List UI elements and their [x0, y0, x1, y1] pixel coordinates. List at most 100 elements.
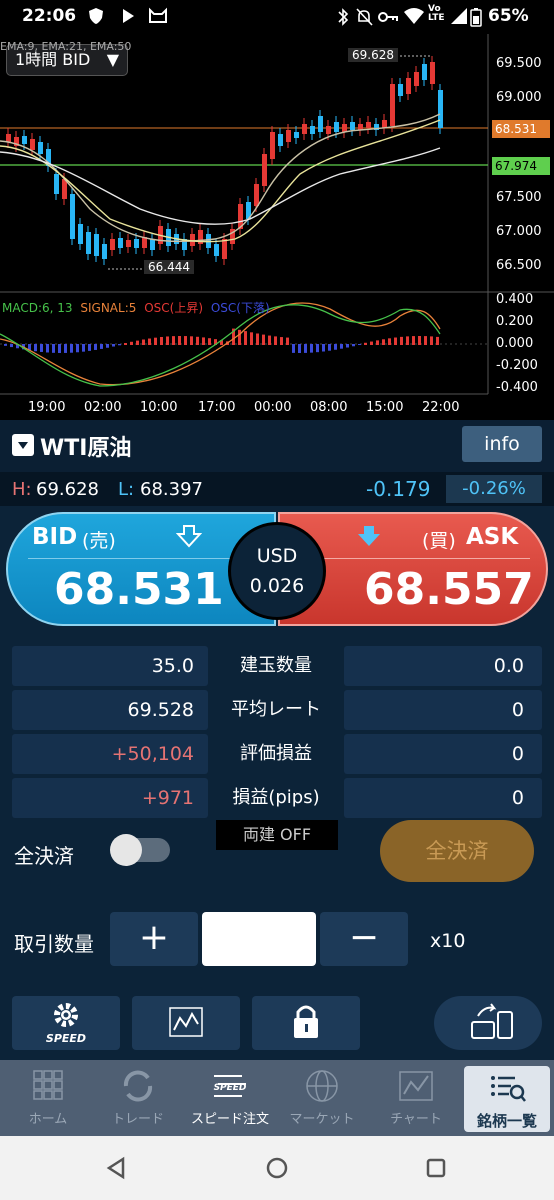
osc-bar	[334, 344, 337, 350]
time-tick: 00:00	[254, 400, 292, 415]
osc-bar	[394, 337, 397, 345]
nav-label: ホーム	[28, 1112, 68, 1127]
candle	[70, 194, 75, 239]
quantity-plus-button[interactable]: +	[110, 912, 198, 966]
nav-item-list[interactable]: 銘柄一覧	[464, 1066, 550, 1132]
low-value: 68.397	[140, 479, 203, 500]
candle	[6, 134, 11, 142]
symbol-dropdown-icon[interactable]	[12, 434, 34, 456]
nav-item-globe[interactable]: マーケット	[278, 1060, 366, 1136]
osc-bar	[358, 344, 361, 346]
position-row-right: 0	[344, 690, 542, 730]
globe-icon	[306, 1070, 338, 1102]
symbol-name[interactable]: WTI原油	[40, 430, 131, 462]
price-tick: 66.500	[496, 258, 542, 273]
osc-bar	[304, 344, 307, 353]
candle	[334, 122, 339, 132]
osc-bar	[40, 344, 43, 352]
osc-bar	[406, 336, 409, 345]
bid-sub-label: (売)	[82, 530, 116, 552]
nav-label: トレード	[111, 1112, 164, 1127]
candle	[390, 84, 395, 126]
clock: 22:06	[22, 6, 77, 26]
price-chart[interactable]: 1時間 BID ▼ EMA:9, EMA:21, EMA:50 69.628 6…	[0, 34, 554, 420]
price-tick: 69.500	[496, 56, 542, 71]
chart-toggle-button[interactable]	[132, 996, 240, 1050]
candle	[110, 239, 115, 250]
nav-label: 銘柄一覧	[476, 1112, 537, 1130]
rotate-screen-button[interactable]	[434, 996, 542, 1050]
chart-canvas[interactable]	[0, 34, 554, 420]
change-percent: -0.26%	[446, 475, 542, 503]
quantity-minus-button[interactable]: −	[320, 912, 408, 966]
osc-bar	[142, 339, 145, 345]
position-row-left: +971	[12, 778, 208, 818]
macd-legend-osc-up: OSC(上昇)	[144, 301, 204, 315]
candle	[294, 132, 299, 138]
position-value: +971	[141, 787, 194, 809]
price-tick: 67.000	[496, 224, 542, 239]
osc-bar	[178, 336, 181, 345]
grid-icon	[33, 1070, 63, 1100]
nav-item-cycle[interactable]: トレード	[94, 1060, 182, 1136]
arrow-down-outline-icon	[175, 524, 203, 552]
spread-currency: USD	[256, 545, 298, 567]
candle	[54, 174, 59, 194]
osc-bar	[292, 344, 295, 353]
divider	[28, 558, 258, 559]
position-row-right: 0	[344, 734, 542, 774]
home-icon[interactable]	[265, 1156, 289, 1180]
candle	[342, 124, 347, 132]
divider	[300, 558, 530, 559]
candle	[78, 224, 83, 244]
osc-bar	[244, 331, 247, 345]
line-price-tag: 67.974	[492, 157, 550, 175]
ask-sub-label: (買)	[422, 530, 456, 552]
arrow-down-filled-icon	[356, 524, 382, 552]
nav-item-grid[interactable]: ホーム	[4, 1060, 92, 1136]
osc-bar	[364, 342, 367, 345]
info-button[interactable]: info	[462, 426, 542, 462]
candle	[350, 122, 355, 130]
price-tick: 67.500	[496, 190, 542, 205]
battery-icon	[470, 7, 482, 32]
recents-icon[interactable]	[425, 1157, 447, 1179]
key-icon	[378, 8, 398, 31]
nav-label: スピード注文	[190, 1112, 269, 1127]
macd-legend-macd: MACD:6, 13	[2, 301, 73, 315]
position-value: 69.528	[127, 699, 194, 721]
chart-icon	[399, 1071, 433, 1101]
position-value: 0	[511, 787, 524, 809]
speed-settings-button[interactable]: SPEED	[12, 996, 120, 1050]
rotate-screen-icon	[471, 1003, 513, 1039]
high-marker-label: 69.628	[348, 48, 398, 62]
osc-bar	[268, 335, 271, 345]
osc-bar	[184, 336, 187, 345]
close-all-button[interactable]: 全決済	[380, 820, 534, 882]
osc-bar	[286, 337, 289, 345]
close-all-toggle[interactable]	[110, 834, 170, 866]
nav-item-chart[interactable]: チャート	[372, 1060, 460, 1136]
back-icon[interactable]	[104, 1156, 128, 1180]
position-value: 0	[511, 743, 524, 765]
candle	[102, 244, 107, 259]
mute-icon	[355, 7, 373, 32]
osc-bar	[274, 336, 277, 345]
hedge-status[interactable]: 両建 OFF	[216, 820, 338, 850]
osc-bar	[58, 344, 61, 353]
nav-item-speed[interactable]: SPEED スピード注文	[186, 1060, 274, 1136]
position-value: 35.0	[151, 655, 194, 677]
position-value: 0.0	[493, 655, 524, 677]
ema-legend: EMA:9, EMA:21, EMA:50	[0, 40, 132, 53]
lock-button[interactable]	[252, 996, 360, 1050]
osc-bar	[124, 343, 127, 345]
position-row-left: +50,104	[12, 734, 208, 774]
time-tick: 08:00	[310, 400, 348, 415]
candle	[382, 120, 387, 128]
quantity-input[interactable]	[202, 912, 316, 966]
osc-bar	[112, 344, 115, 347]
candle	[94, 234, 99, 256]
line-chart-icon	[169, 1007, 203, 1037]
macd-legend-osc-down: OSC(下落)	[210, 301, 270, 315]
quantity-multiplier: x10	[430, 930, 466, 952]
